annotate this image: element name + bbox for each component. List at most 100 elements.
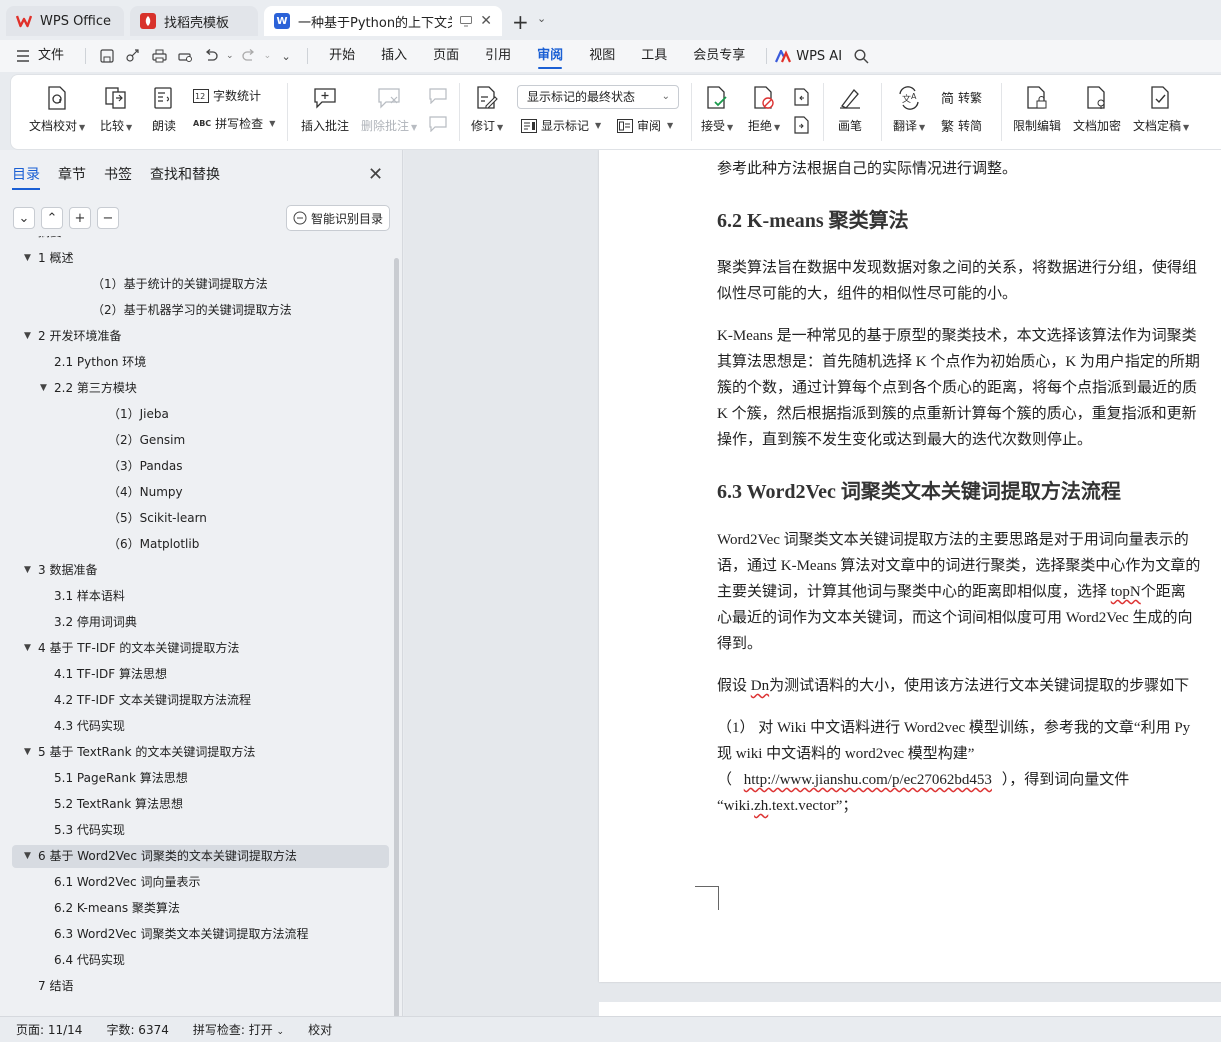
new-tab-icon[interactable]: + <box>512 10 529 34</box>
tab-bookmarks[interactable]: 书签 <box>104 164 132 190</box>
read-aloud-button[interactable]: 朗读 <box>151 85 177 134</box>
toc-item[interactable]: ▼ 3 数据准备 <box>24 558 97 582</box>
proofread-status[interactable]: 校对 <box>292 1021 340 1038</box>
toc-item[interactable]: （5）Scikit-learn <box>108 506 207 530</box>
pen-button[interactable]: 画笔 <box>837 85 863 134</box>
document-page[interactable]: 参考此种方法根据自己的实际情况进行调整。 6.2 K-means 聚类算法 聚类… <box>599 150 1221 982</box>
undo-chevron-icon[interactable]: ⌄ <box>226 51 234 61</box>
markup-state-select[interactable]: 显示标记的最终状态 ⌄ <box>517 85 679 109</box>
tab-find-replace[interactable]: 查找和替换 <box>150 164 220 190</box>
hyperlink[interactable]: http://www.jianshu.com/p/ec27062bd453 <box>744 772 992 788</box>
print-icon[interactable] <box>146 40 172 72</box>
tab-current-document[interactable]: W 一种基于Python的上下文关键 ✕ <box>264 6 502 36</box>
toc-item[interactable]: 3.2 停用词词典 <box>54 610 137 634</box>
spelling-error[interactable]: zh <box>754 798 768 814</box>
toc-item[interactable]: ▼ 1 概述 <box>24 246 73 270</box>
tab-toc[interactable]: 目录 <box>12 164 40 190</box>
doc-encrypt-button[interactable]: 文档加密 <box>1073 85 1121 134</box>
toc-scrollbar[interactable] <box>394 258 399 1018</box>
toc-item[interactable]: ▼ 2.2 第三方模块 <box>40 376 137 400</box>
menu-file[interactable]: 文件 <box>36 40 77 72</box>
menu-view[interactable]: 视图 <box>576 40 628 72</box>
save-icon[interactable] <box>94 40 120 72</box>
toc-item[interactable]: 4.1 TF-IDF 算法思想 <box>54 662 167 686</box>
tab-list-chevron-icon[interactable]: ⌄ <box>537 12 546 25</box>
insert-comment-button[interactable]: 插入批注 <box>301 85 349 134</box>
review-pane-button[interactable]: 审阅 ▼ <box>617 117 673 134</box>
toc-item[interactable]: 7 结语 <box>38 974 73 998</box>
restrict-edit-button[interactable]: 限制编辑 <box>1013 85 1061 134</box>
expand-triangle-icon[interactable]: ▼ <box>24 740 31 764</box>
menu-member[interactable]: 会员专享 <box>680 40 758 72</box>
expand-triangle-icon[interactable]: ▼ <box>24 558 31 582</box>
menu-insert[interactable]: 插入 <box>368 40 420 72</box>
close-tab-icon[interactable]: ✕ <box>480 13 492 29</box>
search-icon[interactable] <box>848 40 874 72</box>
expand-triangle-icon[interactable]: ▼ <box>24 636 31 660</box>
expand-triangle-icon[interactable]: ▼ <box>40 376 47 400</box>
toc-item[interactable]: （6）Matplotlib <box>108 532 199 556</box>
reject-button[interactable]: 拒绝 ▼ <box>748 85 780 134</box>
spelling-error[interactable]: Dn <box>751 678 769 694</box>
translate-button[interactable]: 文A 翻译 ▼ <box>893 85 925 134</box>
word-count-button[interactable]: 12 字数统计 <box>193 87 261 104</box>
toc-item[interactable]: 2.1 Python 环境 <box>54 350 146 374</box>
spell-check-status[interactable]: 拼写检查: 打开 ⌄ <box>177 1021 292 1038</box>
tab-wps-office[interactable]: WPS Office <box>6 6 124 36</box>
toc-item[interactable]: ▼ 4 基于 TF-IDF 的文本关键词提取方法 <box>24 636 239 660</box>
tab-chapters[interactable]: 章节 <box>58 164 86 190</box>
smart-toc-button[interactable]: 智能识别目录 <box>286 205 390 231</box>
collapse-all-button[interactable]: ⌃ <box>41 207 63 229</box>
quick-access-chevron-icon[interactable]: ⌄ <box>273 40 299 72</box>
toc-item[interactable]: （3）Pandas <box>108 454 183 478</box>
toc-item[interactable]: 6.3 Word2Vec 词聚类文本关键词提取方法流程 <box>54 922 308 946</box>
share-icon[interactable] <box>120 40 146 72</box>
toc-item[interactable]: 5.3 代码实现 <box>54 818 125 842</box>
track-changes-button[interactable]: 修订 ▼ <box>471 85 503 134</box>
toc-item[interactable]: ▼ 6 基于 Word2Vec 词聚类的文本关键词提取方法 <box>24 844 297 868</box>
toc-item[interactable]: 4.2 TF-IDF 文本关键词提取方法流程 <box>54 688 251 712</box>
page-indicator[interactable]: 页面: 11/14 <box>0 1021 90 1038</box>
toc-item[interactable]: ▼ 5 基于 TextRank 的文本关键词提取方法 <box>24 740 255 764</box>
add-heading-button[interactable]: + <box>69 207 91 229</box>
toc-item[interactable]: ▼ 2 开发环境准备 <box>24 324 121 348</box>
show-markup-button[interactable]: 显示标记 ▼ <box>521 117 601 134</box>
spell-check-button[interactable]: ABC 拼写检查 ▼ <box>193 115 275 132</box>
remove-heading-button[interactable]: − <box>97 207 119 229</box>
toc-item[interactable]: 6.4 代码实现 <box>54 948 125 972</box>
next-document-page[interactable] <box>599 1002 1221 1016</box>
toc-item[interactable]: 6.2 K-means 聚类算法 <box>54 896 180 920</box>
expand-triangle-icon[interactable]: ▼ <box>24 844 31 868</box>
word-count-indicator[interactable]: 字数: 6374 <box>90 1021 176 1038</box>
next-change-icon[interactable] <box>793 116 811 134</box>
toc-item[interactable]: （1）基于统计的关键词提取方法 <box>92 272 268 296</box>
toc-item[interactable]: （4）Numpy <box>108 480 183 504</box>
next-comment-icon[interactable] <box>429 116 447 132</box>
toc-item[interactable]: 3.1 样本语料 <box>54 584 125 608</box>
menu-tools[interactable]: 工具 <box>628 40 680 72</box>
tab-docer-templates[interactable]: 找稻壳模板 <box>130 6 258 36</box>
redo-chevron-icon[interactable]: ⌄ <box>264 51 272 61</box>
doc-proofread-button[interactable]: 文档校对 ▼ <box>29 85 85 134</box>
toc-item[interactable]: （2）基于机器学习的关键词提取方法 <box>92 298 292 322</box>
toc-item[interactable]: 6.1 Word2Vec 词向量表示 <box>54 870 200 894</box>
expand-all-button[interactable]: ⌄ <box>13 207 35 229</box>
wps-ai-button[interactable]: WPS AI <box>775 49 842 64</box>
toc-item[interactable]: 5.1 PageRank 算法思想 <box>54 766 188 790</box>
toc-item[interactable]: 摘要 <box>38 236 62 244</box>
redo-icon[interactable] <box>236 40 262 72</box>
compare-button[interactable]: 比较 ▼ <box>100 85 132 134</box>
doc-finalize-button[interactable]: 文档定稿 ▼ <box>1133 85 1189 134</box>
toc-item[interactable]: （2）Gensim <box>108 428 185 452</box>
to-simplified-button[interactable]: 繁 转简 <box>941 116 982 135</box>
print-preview-icon[interactable] <box>172 40 198 72</box>
previous-change-icon[interactable] <box>793 88 811 106</box>
spelling-error[interactable]: topN <box>1111 584 1141 600</box>
menu-page[interactable]: 页面 <box>420 40 472 72</box>
previous-comment-icon[interactable] <box>429 88 447 104</box>
expand-triangle-icon[interactable]: ▼ <box>24 324 31 348</box>
monitor-icon[interactable] <box>460 15 473 27</box>
menu-references[interactable]: 引用 <box>472 40 524 72</box>
close-panel-icon[interactable]: ✕ <box>368 164 383 185</box>
toc-item[interactable]: （1）Jieba <box>108 402 169 426</box>
